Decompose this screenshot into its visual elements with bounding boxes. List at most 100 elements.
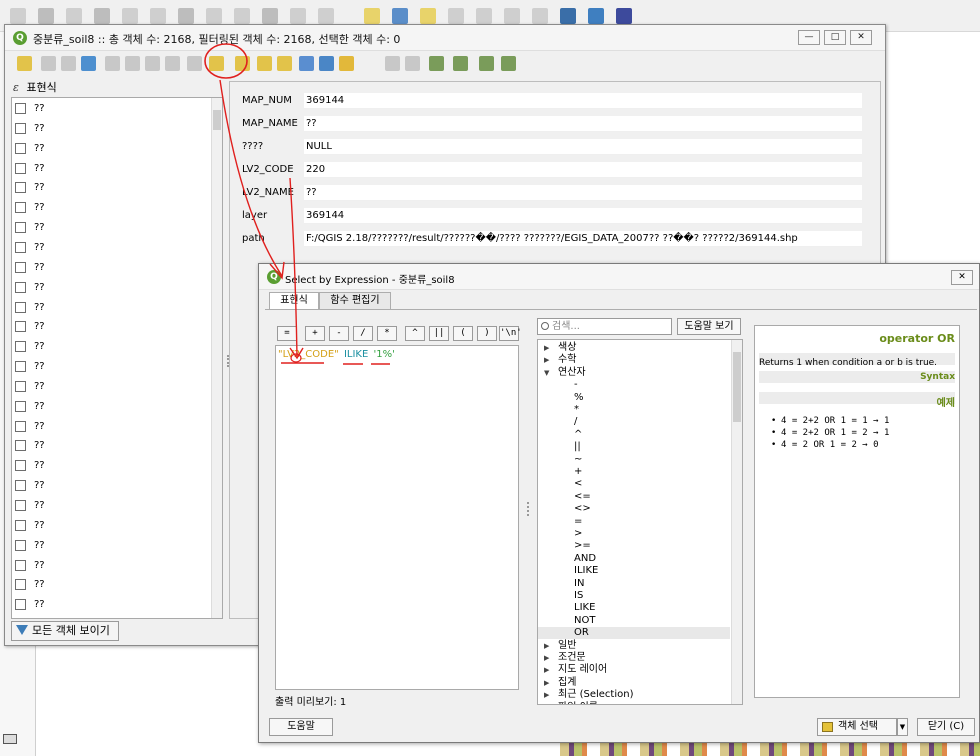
toolbar-tool-icon[interactable] — [290, 8, 306, 24]
tree-item[interactable]: OR — [538, 627, 730, 640]
tree-item[interactable]: <> — [538, 503, 730, 515]
toolbar-tool-icon[interactable] — [448, 8, 464, 24]
operator-button[interactable]: = — [277, 326, 297, 341]
operator-button[interactable]: + — [305, 326, 325, 341]
help-button[interactable]: 도움말 — [269, 718, 333, 736]
list-item[interactable]: ?? — [12, 298, 212, 318]
tree-item[interactable]: ▶ 일반 — [538, 640, 730, 652]
toolbar-tool-icon[interactable] — [178, 8, 194, 24]
toolbar-tool-icon[interactable] — [588, 8, 604, 24]
list-item[interactable]: ?? — [12, 159, 212, 179]
attribute-tool-icon[interactable] — [501, 56, 516, 71]
checkbox[interactable] — [15, 519, 26, 531]
checkbox[interactable] — [15, 480, 26, 492]
toolbar-tool-icon[interactable] — [66, 8, 82, 24]
tree-item[interactable]: ▶ 파일 이름 — [538, 702, 730, 705]
tree-item[interactable]: ▶ 수학 — [538, 354, 730, 366]
checkbox[interactable] — [15, 440, 26, 452]
tree-item[interactable]: ▶ 지도 레이어 — [538, 664, 730, 676]
tree-item[interactable]: ▶ 최근 (Selection) — [538, 689, 730, 701]
tree-item[interactable]: AND — [538, 553, 730, 565]
checkbox[interactable] — [15, 420, 26, 432]
operator-button[interactable]: ) — [477, 326, 497, 341]
list-item[interactable]: ?? — [12, 258, 212, 278]
checkbox[interactable] — [15, 361, 26, 373]
attribute-tool-icon[interactable] — [17, 56, 32, 71]
tree-item[interactable]: ▶ 집계 — [538, 677, 730, 689]
checkbox[interactable] — [15, 202, 26, 214]
list-item[interactable]: ?? — [12, 357, 212, 377]
expand-arrow-icon[interactable]: ▶ — [544, 702, 549, 705]
dialog-titlebar[interactable]: Q Select by Expression - 중분류_soil8 ✕ — [259, 264, 979, 290]
attribute-tool-icon[interactable] — [41, 56, 56, 71]
tree-item[interactable]: IS — [538, 590, 730, 602]
list-item[interactable]: ?? — [12, 198, 212, 218]
tree-item[interactable]: ^ — [538, 429, 730, 441]
checkbox[interactable] — [15, 162, 26, 174]
field-list-scrollbar[interactable] — [211, 98, 222, 618]
checkbox[interactable] — [15, 321, 26, 333]
close-window-button[interactable]: ✕ — [850, 30, 872, 45]
list-item[interactable]: ?? — [12, 99, 212, 119]
expand-arrow-icon[interactable]: ▶ — [544, 354, 549, 366]
attribute-tool-icon[interactable] — [405, 56, 420, 71]
checkbox[interactable] — [15, 559, 26, 571]
field-list[interactable]: ????????????????????????????????????????… — [11, 97, 223, 619]
toolbar-tool-icon[interactable] — [318, 8, 334, 24]
tree-item[interactable]: <= — [538, 491, 730, 503]
list-item[interactable]: ?? — [12, 377, 212, 397]
tree-item[interactable]: NOT — [538, 615, 730, 627]
tree-item[interactable]: ▼ 연산자 — [538, 367, 730, 379]
checkbox[interactable] — [15, 341, 26, 353]
attribute-tool-icon[interactable] — [235, 56, 250, 71]
attribute-tool-icon[interactable] — [257, 56, 272, 71]
list-item[interactable]: ?? — [12, 238, 212, 258]
expand-arrow-icon[interactable]: ▶ — [544, 640, 549, 652]
tree-item[interactable]: >= — [538, 540, 730, 552]
toolbar-tool-icon[interactable] — [504, 8, 520, 24]
tree-item[interactable]: LIKE — [538, 602, 730, 614]
show-all-features-button[interactable]: 모든 객체 보이기 — [11, 621, 119, 641]
function-tree[interactable]: ▶ 색상 ▶ 수학 ▼ 연산자 -% * / ^ || ~ + < <= <> = > >= AND ILIKE IN IS… — [537, 339, 743, 705]
form-field-value[interactable]: ?? — [304, 185, 862, 201]
list-item[interactable]: ?? — [12, 575, 212, 595]
attribute-tool-icon[interactable] — [385, 56, 400, 71]
toolbar-tool-icon[interactable] — [122, 8, 138, 24]
form-field-value[interactable]: 369144 — [304, 93, 862, 109]
attribute-tool-icon[interactable] — [105, 56, 120, 71]
checkbox[interactable] — [15, 122, 26, 134]
tree-item[interactable]: / — [538, 416, 730, 428]
toolbar-tool-icon[interactable] — [420, 8, 436, 24]
toolbar-tool-icon[interactable] — [94, 8, 110, 24]
list-item[interactable]: ?? — [12, 476, 212, 496]
list-item[interactable]: ?? — [12, 397, 212, 417]
expand-arrow-icon[interactable]: ▶ — [544, 677, 549, 689]
attribute-tool-icon[interactable] — [299, 56, 314, 71]
attribute-tool-icon[interactable] — [453, 56, 468, 71]
operator-button[interactable]: || — [429, 326, 449, 341]
tree-item[interactable]: IN — [538, 578, 730, 590]
checkbox[interactable] — [15, 539, 26, 551]
select-features-button[interactable]: 객체 선택 — [817, 718, 897, 736]
function-search-input[interactable]: 검색... — [537, 318, 672, 335]
tab-function-editor[interactable]: 함수 편집기 — [319, 292, 391, 310]
function-tree-scrollbar[interactable] — [731, 340, 742, 704]
expression-editor[interactable]: "LV2_CODE" ILIKE '1%' — [275, 345, 519, 690]
operator-button[interactable]: - — [329, 326, 349, 341]
toolbar-tool-icon[interactable] — [38, 8, 54, 24]
expand-arrow-icon[interactable]: ▼ — [544, 367, 549, 379]
checkbox[interactable] — [15, 400, 26, 412]
toolbar-tool-icon[interactable] — [206, 8, 222, 24]
attribute-tool-icon[interactable] — [319, 56, 334, 71]
maximize-button[interactable]: □ — [824, 30, 846, 45]
tree-item[interactable]: % — [538, 392, 730, 404]
scrollbar-thumb[interactable] — [733, 352, 741, 422]
checkbox[interactable] — [15, 380, 26, 392]
tree-item[interactable]: < — [538, 478, 730, 490]
toolbar-tool-icon[interactable] — [234, 8, 250, 24]
toolbar-tool-icon[interactable] — [476, 8, 492, 24]
list-item[interactable]: ?? — [12, 119, 212, 139]
list-item[interactable]: ?? — [12, 496, 212, 516]
attribute-window-titlebar[interactable]: Q 중분류_soil8 :: 총 객체 수: 2168, 필터링된 객체 수: … — [5, 25, 885, 51]
tree-item[interactable]: ILIKE — [538, 565, 730, 577]
